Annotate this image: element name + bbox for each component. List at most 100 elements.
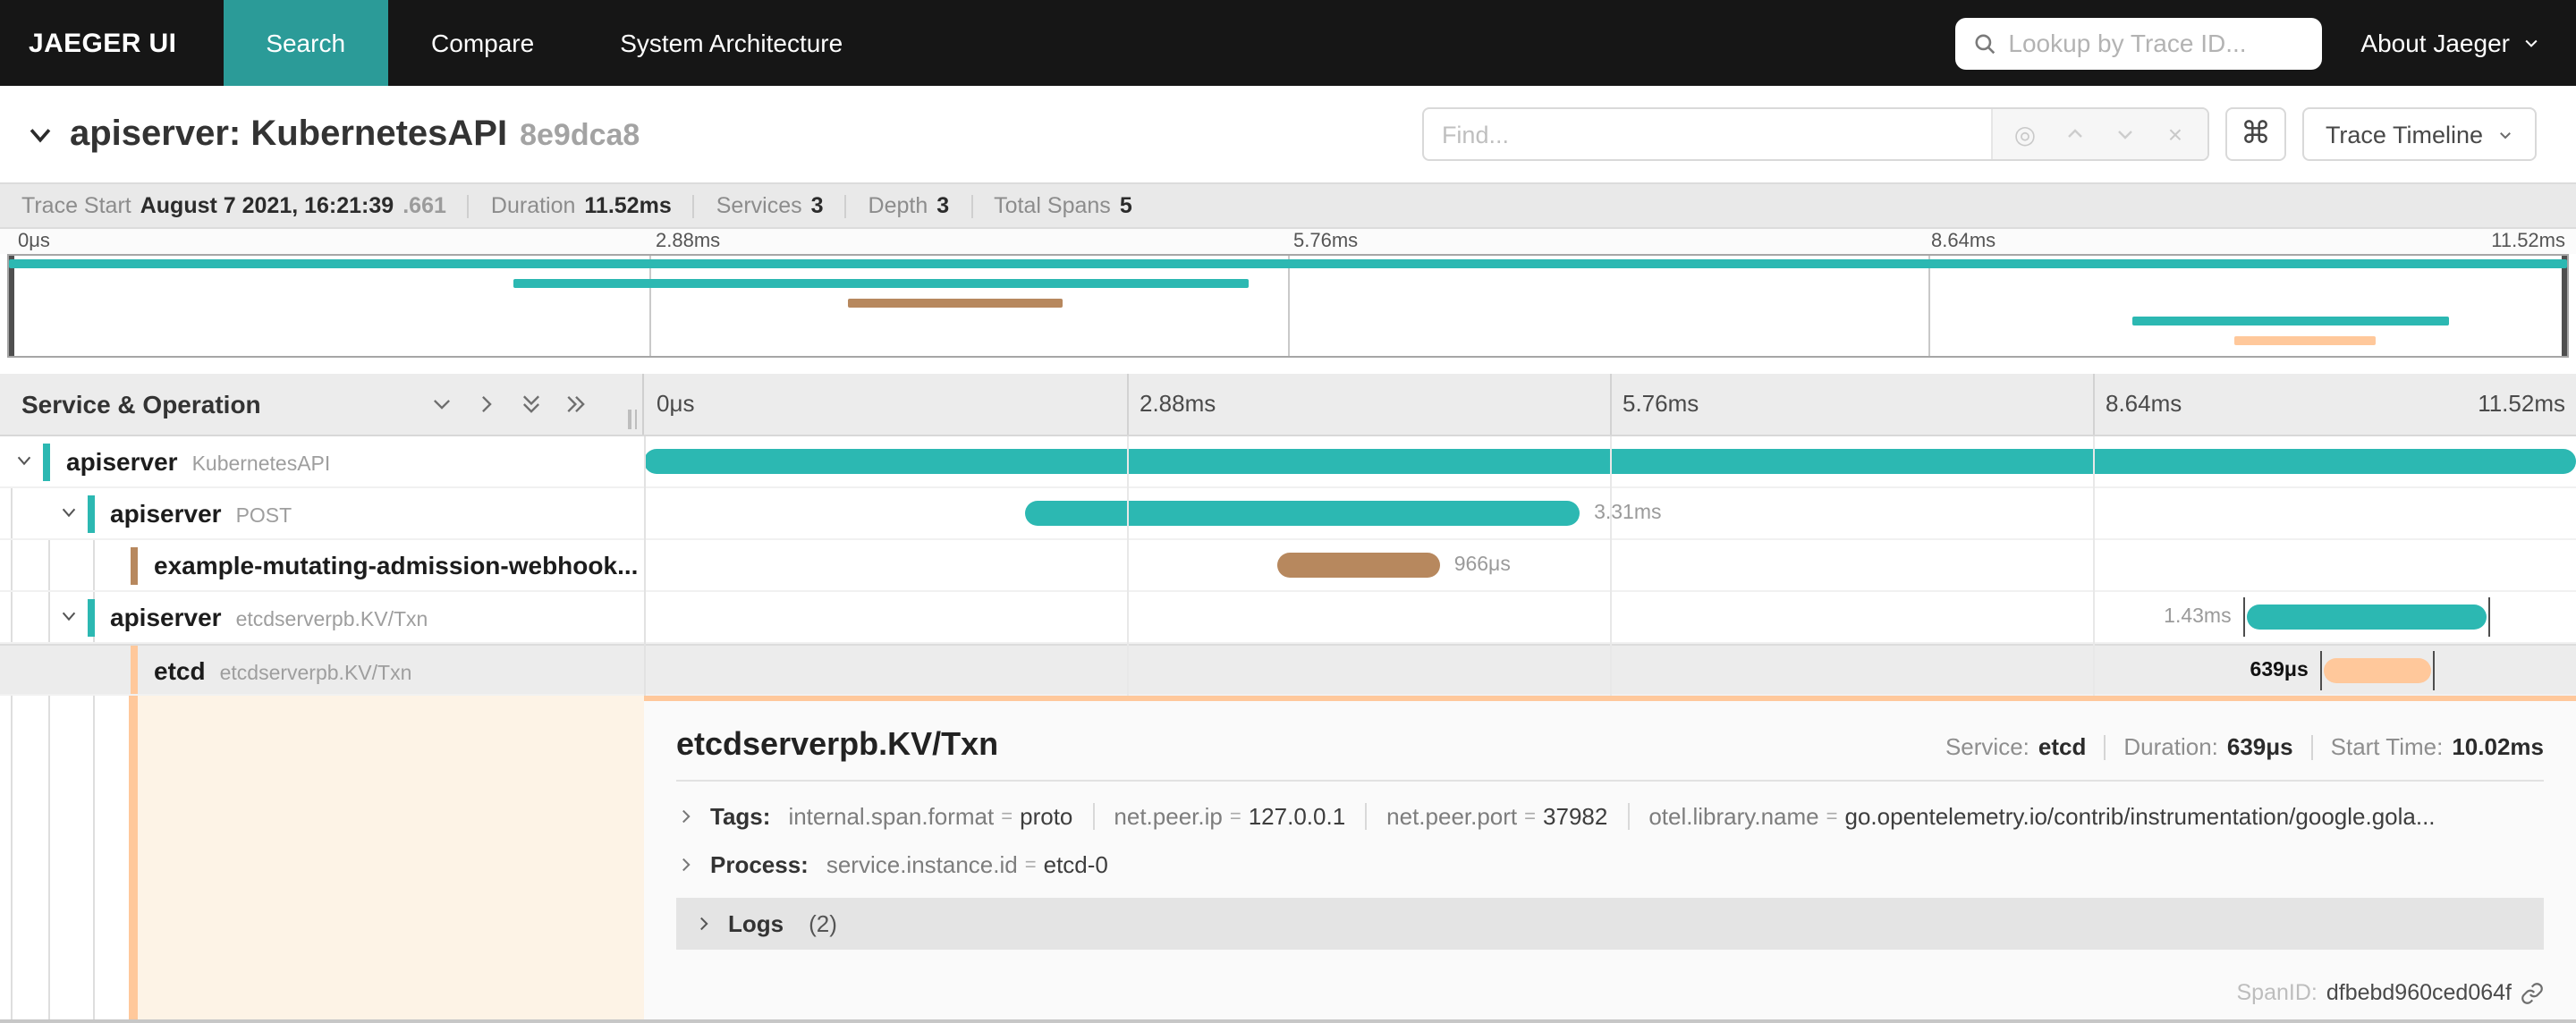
selected-span-color-stripe	[129, 696, 137, 1019]
timeline-tick-label: 0μs	[657, 390, 695, 417]
total-spans-label: Total Spans	[994, 193, 1111, 218]
timeline-tick-label: 11.52ms	[2478, 390, 2565, 417]
next-match-chevron-down-icon[interactable]	[2104, 113, 2147, 156]
about-jaeger-label: About Jaeger	[2360, 29, 2510, 57]
minimap-tick-label: 8.64ms	[1931, 231, 1996, 252]
span-row[interactable]: etcd etcdserverpb.KV/Txn 639μs	[0, 644, 2576, 696]
timeline-tick-label: 2.88ms	[1140, 390, 1216, 417]
tag-item[interactable]: service.instance.id = etcd-0	[826, 851, 1108, 878]
tag-equals: =	[1826, 806, 1838, 827]
minimap-left-drag-handle[interactable]	[9, 256, 14, 356]
app-logo[interactable]: JAEGER UI	[0, 0, 223, 86]
chevron-down-icon[interactable]	[58, 606, 78, 626]
service-operation-title: Service & Operation	[21, 390, 261, 418]
divider	[2310, 734, 2313, 759]
span-color-bar	[131, 646, 138, 694]
tag-equals: =	[1024, 854, 1037, 875]
column-resize-handle[interactable]	[628, 410, 637, 429]
logs-row[interactable]: Logs (2)	[676, 898, 2544, 950]
span-row-name-cell[interactable]: example-mutating-admission-webhook...	[0, 540, 644, 590]
chevron-down-icon[interactable]	[14, 451, 34, 470]
span-row[interactable]: apiserver etcdserverpb.KV/Txn 1.43ms	[0, 592, 2576, 644]
link-icon[interactable]	[2521, 981, 2544, 1004]
span-row-timeline-cell[interactable]: 966μs	[644, 540, 2576, 590]
span-row[interactable]: example-mutating-admission-webhook... 96…	[0, 540, 2576, 592]
clear-find-icon[interactable]: ×	[2154, 113, 2197, 156]
trace-title: apiserver: KubernetesAPI 8e9dca8	[70, 114, 640, 155]
span-row-timeline-cell[interactable]: 639μs	[644, 646, 2576, 694]
span-detail-meta: Service: etcd Duration: 639μs Start Time: 1…	[1945, 733, 2544, 760]
duration-value: 11.52ms	[584, 193, 672, 218]
span-bar[interactable]	[1024, 501, 1580, 526]
expand-all-double-chevron-right-icon[interactable]	[564, 392, 589, 417]
trace-id-lookup-input[interactable]: Lookup by Trace ID...	[1954, 17, 2322, 69]
tag-value: proto	[1020, 803, 1073, 830]
prev-match-chevron-up-icon[interactable]	[2054, 113, 2097, 156]
tag-key: net.peer.port	[1386, 803, 1518, 830]
nav-tab-search[interactable]: Search	[223, 0, 389, 86]
minimap-tick-label: 2.88ms	[656, 231, 721, 252]
span-detail-title: etcdserverpb.KV/Txn	[676, 726, 999, 762]
tag-item[interactable]: net.peer.port = 37982	[1365, 803, 1607, 830]
span-service-name: apiserver POST	[110, 499, 292, 528]
tag-item[interactable]: internal.span.format = proto	[788, 803, 1072, 830]
focus-match-icon[interactable]: ◎	[2004, 113, 2046, 156]
minimap-right-drag-handle[interactable]	[2562, 256, 2567, 356]
jaeger-trace-page: JAEGER UI Search Compare System Architec…	[0, 0, 2576, 1023]
span-detail-tree-gutter	[0, 696, 644, 1019]
span-row-timeline-cell[interactable]	[644, 436, 2576, 486]
expand-one-chevron-right-icon[interactable]	[474, 392, 499, 417]
collapse-one-chevron-down-icon[interactable]	[429, 392, 454, 417]
about-jaeger-menu[interactable]: About Jaeger	[2321, 0, 2576, 86]
span-edge-tick	[2488, 597, 2491, 637]
span-id-label: SpanID:	[2236, 980, 2318, 1005]
trace-view-selector[interactable]: Trace Timeline	[2301, 107, 2537, 161]
divider	[970, 194, 973, 217]
span-bar[interactable]	[644, 449, 2576, 474]
minimap-span-bar	[9, 259, 2567, 268]
span-color-bar	[87, 495, 94, 533]
tag-item[interactable]: otel.library.name = go.opentelemetry.io/co…	[1627, 803, 2436, 830]
tag-value: go.opentelemetry.io/contrib/instrumentat…	[1844, 803, 2436, 830]
span-rows: apiserver KubernetesAPI apiserver POST 3.3…	[0, 436, 2576, 696]
tags-label: Tags:	[710, 803, 771, 830]
tag-item[interactable]: net.peer.ip = 127.0.0.1	[1092, 803, 1345, 830]
span-row-name-cell[interactable]: apiserver KubernetesAPI	[0, 436, 644, 486]
span-bar[interactable]	[2247, 604, 2487, 630]
span-row-name-cell[interactable]: etcd etcdserverpb.KV/Txn	[0, 646, 644, 694]
trace-start-label: Trace Start	[21, 193, 131, 218]
tag-key: internal.span.format	[788, 803, 995, 830]
collapse-trace-chevron-down-icon[interactable]	[25, 119, 55, 149]
nav-tab-compare[interactable]: Compare	[388, 0, 577, 86]
search-icon	[1972, 31, 1996, 55]
process-row[interactable]: Process: service.instance.id = etcd-0	[676, 851, 2544, 878]
span-bar[interactable]	[2324, 658, 2432, 683]
divider	[2104, 734, 2106, 759]
tree-guide-line	[93, 696, 95, 1019]
chevron-down-icon[interactable]	[58, 503, 78, 522]
start-time-value: 10.02ms	[2452, 733, 2544, 760]
minimap-span-bar	[513, 279, 1249, 288]
span-row-name-cell[interactable]: apiserver POST	[0, 488, 644, 538]
span-row[interactable]: apiserver POST 3.31ms	[0, 488, 2576, 540]
nav-tab-system-architecture[interactable]: System Architecture	[577, 0, 886, 86]
span-row-timeline-cell[interactable]: 1.43ms	[644, 592, 2576, 642]
trace-minimap[interactable]	[7, 254, 2569, 358]
span-operation-name: etcdserverpb.KV/Txn	[235, 610, 428, 631]
span-row[interactable]: apiserver KubernetesAPI	[0, 436, 2576, 488]
divider	[692, 194, 695, 217]
span-row-timeline-cell[interactable]: 3.31ms	[644, 488, 2576, 538]
span-bar[interactable]	[1277, 553, 1440, 578]
span-operation-name: KubernetesAPI	[191, 454, 331, 476]
divider	[467, 194, 470, 217]
find-input[interactable]: Find...	[1424, 109, 1991, 159]
tag-key: otel.library.name	[1648, 803, 1819, 830]
minimap-span-bar	[2233, 335, 2377, 344]
depth-label: Depth	[868, 193, 928, 218]
tags-row[interactable]: Tags: internal.span.format = proto net.peer…	[676, 803, 2544, 830]
total-spans-value: 5	[1119, 193, 1132, 218]
span-row-name-cell[interactable]: apiserver etcdserverpb.KV/Txn	[0, 592, 644, 642]
keyboard-shortcuts-button[interactable]: ⌘	[2224, 107, 2286, 161]
collapse-all-double-chevron-down-icon[interactable]	[519, 392, 544, 417]
